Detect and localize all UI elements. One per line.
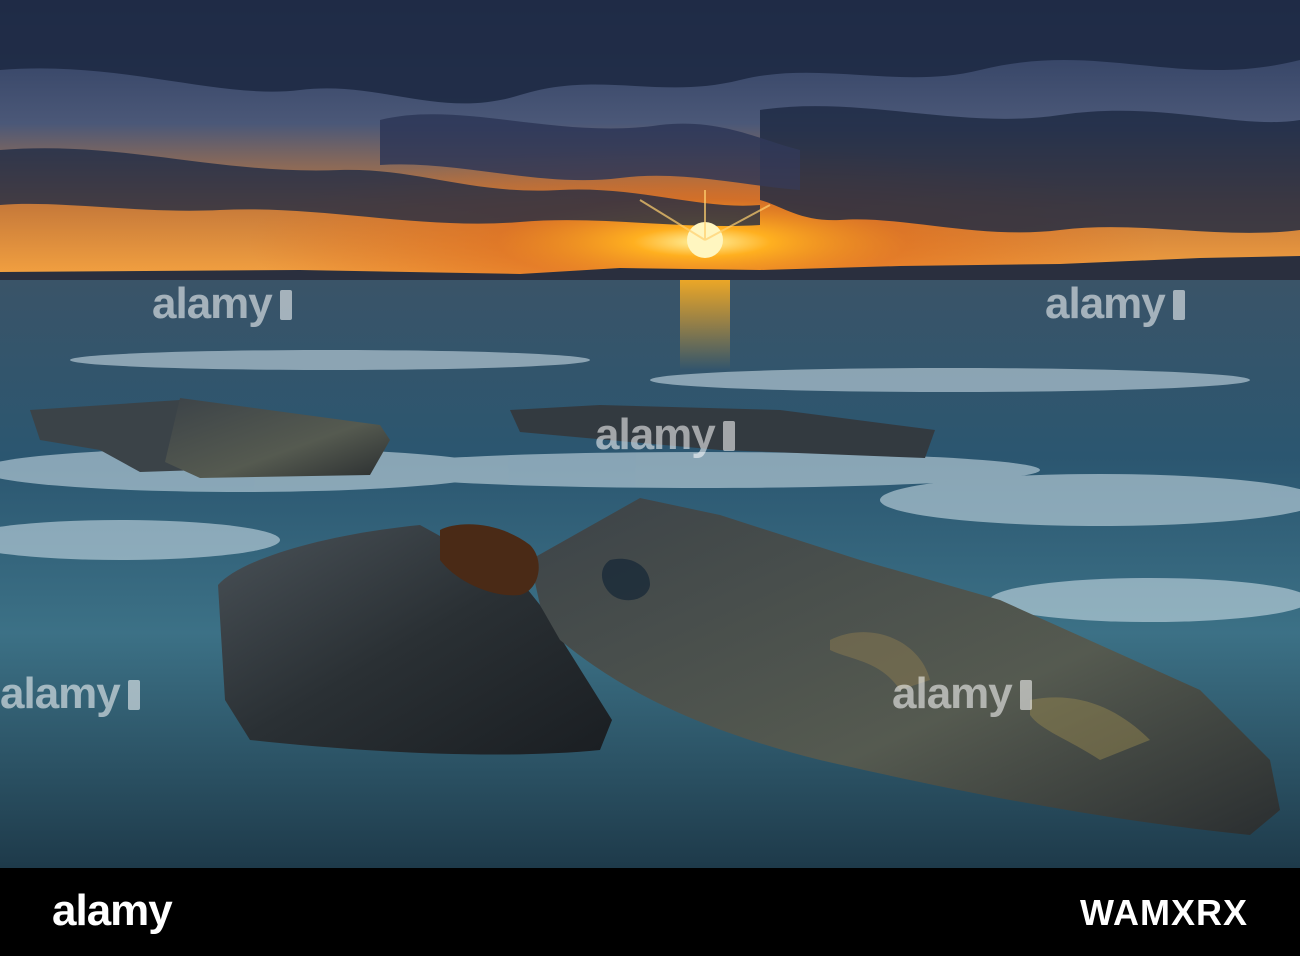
footer-strip: alamy WAMXRX bbox=[0, 868, 1300, 956]
watermark: alamy bbox=[152, 282, 292, 326]
watermark-bar-icon bbox=[1172, 290, 1185, 320]
watermark-text: alamy bbox=[152, 279, 273, 328]
seascape-photo: alamy alamy alamy alamy alamy bbox=[0, 0, 1300, 868]
sun-reflection bbox=[680, 280, 730, 370]
watermark: alamy bbox=[595, 413, 735, 457]
watermark-text: alamy bbox=[1045, 279, 1166, 328]
watermark-bar-icon bbox=[722, 421, 735, 451]
watermark: alamy bbox=[0, 672, 140, 716]
watermark-bar-icon bbox=[1019, 680, 1032, 710]
watermark-text: alamy bbox=[0, 669, 121, 718]
watermark-bar-icon bbox=[127, 680, 140, 710]
alamy-logo: alamy bbox=[52, 886, 173, 935]
watermark: alamy bbox=[1045, 282, 1185, 326]
watermark-bar-icon bbox=[279, 290, 292, 320]
watermark: alamy bbox=[892, 672, 1032, 716]
watermark-text: alamy bbox=[595, 410, 716, 459]
watermark-text: alamy bbox=[892, 669, 1013, 718]
image-id: WAMXRX bbox=[1080, 892, 1248, 933]
